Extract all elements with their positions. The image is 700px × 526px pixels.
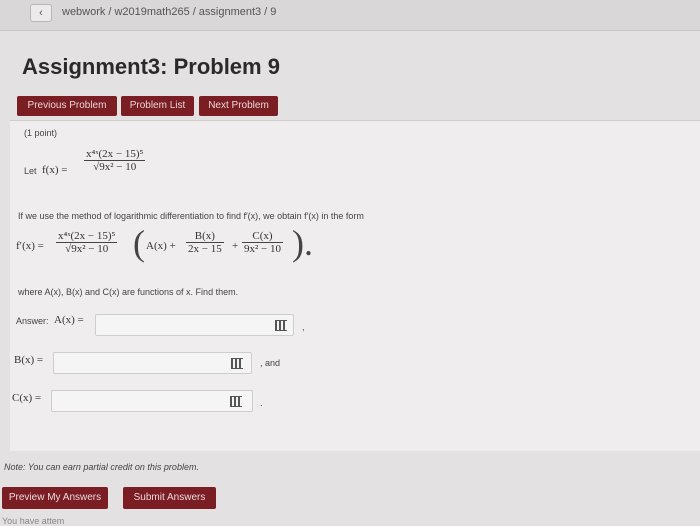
- answer-label: Answer:: [16, 316, 49, 326]
- preview-answers-button[interactable]: Preview My Answers: [2, 487, 108, 509]
- form-denominator: √9x² − 10: [56, 242, 118, 255]
- breadcrumb: webwork / w2019math265/assignment3/9: [62, 6, 279, 18]
- breadcrumb-sep: /: [264, 6, 268, 18]
- fx-label: f(x) =: [42, 164, 68, 176]
- previous-problem-button[interactable]: Previous Problem: [17, 96, 117, 116]
- page-title: Assignment3: Problem 9: [22, 54, 280, 79]
- B-answer-input[interactable]: [53, 352, 252, 374]
- equation-editor-icon[interactable]: [275, 320, 287, 331]
- C-numerator: C(x): [252, 230, 273, 242]
- submit-answers-button[interactable]: Submit Answers: [123, 487, 216, 509]
- plus-sign: +: [232, 240, 239, 252]
- next-problem-button[interactable]: Next Problem: [199, 96, 278, 116]
- B-fraction: B(x) 2x − 15: [186, 230, 224, 255]
- equation-editor-icon[interactable]: [231, 358, 243, 369]
- breadcrumb-assignment[interactable]: assignment3: [199, 6, 261, 18]
- breadcrumb-sep: /: [192, 6, 196, 18]
- B-numerator: B(x): [194, 230, 215, 242]
- left-paren: (: [133, 223, 145, 263]
- f-numerator: x⁴ˣ(2x − 15)⁵: [86, 148, 144, 160]
- partial-credit-note: Note: You can earn partial credit on thi…: [4, 462, 199, 472]
- right-paren: ).: [292, 223, 313, 263]
- form-numerator: x⁴ˣ(2x − 15)⁵: [58, 230, 116, 242]
- f-denominator: √9x² − 10: [84, 160, 146, 173]
- top-bar: ‹ webwork / w2019math265/assignment3/9: [0, 0, 700, 31]
- equation-editor-icon[interactable]: [230, 396, 242, 407]
- problem-list-button[interactable]: Problem List: [121, 96, 194, 116]
- breadcrumb-course[interactable]: w2019math265: [114, 6, 189, 18]
- where-text: where A(x), B(x) and C(x) are functions …: [18, 287, 239, 297]
- B-denominator: 2x − 15: [186, 242, 224, 255]
- C-answer-input[interactable]: [51, 390, 253, 412]
- C-denominator: 9x² − 10: [242, 242, 284, 255]
- C-fraction: C(x) 9x² − 10: [242, 230, 284, 255]
- A-input-label: A(x) =: [54, 314, 84, 326]
- instruction-text: If we use the method of logarithmic diff…: [18, 211, 364, 221]
- back-arrow-icon[interactable]: ‹: [30, 4, 52, 22]
- fprime-label: f′(x) =: [16, 240, 44, 252]
- and-text: , and: [260, 358, 281, 368]
- A-term: A(x) +: [146, 240, 176, 252]
- breadcrumb-sep: /: [108, 6, 112, 18]
- C-period: .: [260, 398, 263, 408]
- breadcrumb-problem: 9: [270, 6, 277, 18]
- points-label: (1 point): [24, 128, 58, 138]
- f-fraction: x⁴ˣ(2x − 15)⁵ √9x² − 10: [84, 148, 146, 173]
- C-input-label: C(x) =: [12, 392, 42, 404]
- B-input-label: B(x) =: [14, 354, 44, 366]
- breadcrumb-webwork[interactable]: webwork: [62, 6, 105, 18]
- let-label: Let: [24, 166, 37, 176]
- A-answer-input[interactable]: [95, 314, 294, 336]
- A-comma: ,: [302, 322, 305, 332]
- form-fraction: x⁴ˣ(2x − 15)⁵ √9x² − 10: [56, 230, 118, 255]
